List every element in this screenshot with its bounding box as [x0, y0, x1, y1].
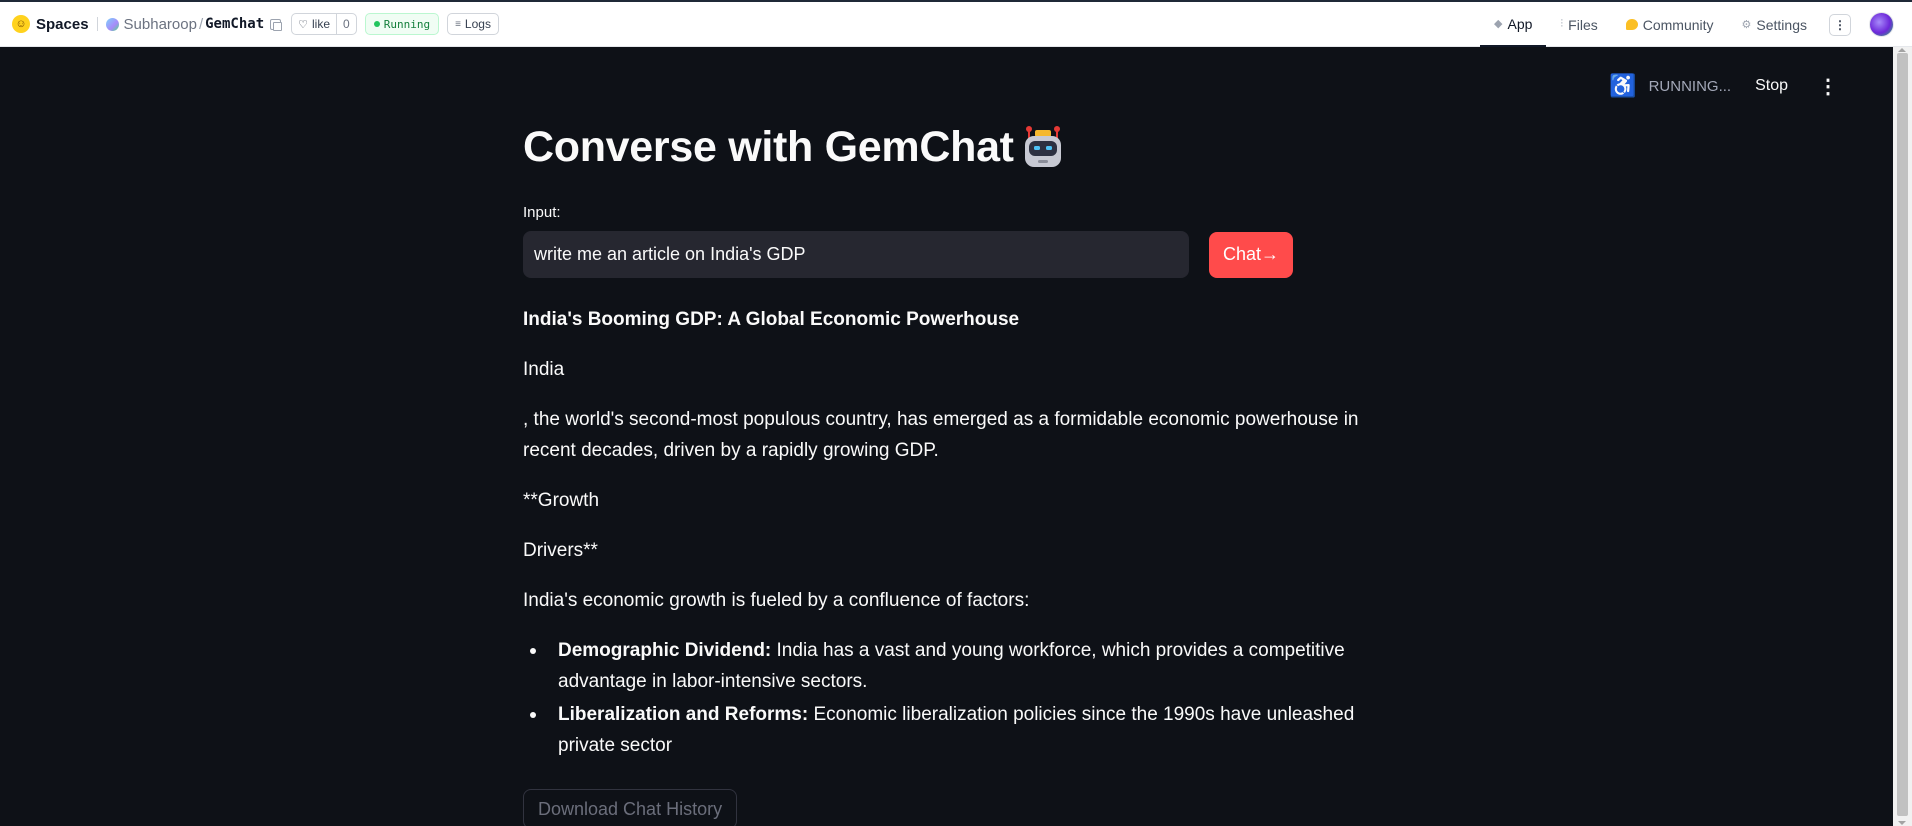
files-icon: ⫶ — [1560, 18, 1564, 30]
owner-link[interactable]: Subharoop — [124, 16, 197, 33]
tab-settings-label: Settings — [1756, 16, 1807, 33]
cube-icon: ◆ — [1494, 18, 1503, 30]
scroll-up-icon[interactable] — [1898, 48, 1906, 52]
status-text: Running — [383, 17, 431, 31]
tab-files-label: Files — [1568, 16, 1598, 33]
logs-label: Logs — [464, 17, 491, 31]
main-menu-icon[interactable]: ⋮ — [1818, 74, 1838, 99]
article-headline: India's Booming GDP: A Global Economic P… — [523, 309, 1020, 330]
repo-name-link[interactable]: GemChat — [205, 16, 264, 32]
more-options-button[interactable]: ⋮ — [1829, 13, 1851, 36]
like-button[interactable]: ♡ like 0 — [291, 13, 357, 35]
status-badge: Running — [364, 13, 440, 35]
like-label: like — [312, 17, 331, 31]
running-man-icon: ♿ — [1609, 73, 1637, 98]
tab-community[interactable]: Community — [1612, 2, 1728, 47]
page-title: Converse with GemChat — [523, 123, 1363, 172]
download-chat-history-button[interactable]: Download Chat History — [523, 789, 738, 826]
scrollbar-thumb[interactable] — [1897, 53, 1908, 816]
article-paragraph: , the world's second-most populous count… — [523, 409, 1359, 461]
logs-icon: ≡ — [455, 18, 461, 30]
stop-button[interactable]: Stop — [1755, 77, 1788, 95]
article-paragraph: India's economic growth is fueled by a c… — [523, 590, 1030, 611]
chat-response: India's Booming GDP: A Global Economic P… — [523, 304, 1363, 761]
tab-settings[interactable]: ⚙ Settings — [1728, 2, 1821, 47]
copy-icon[interactable] — [270, 18, 283, 31]
bullet-heading: Demographic Dividend: — [558, 640, 772, 661]
input-row: Chat→ — [523, 231, 1363, 278]
input-label: Input: — [523, 204, 561, 221]
space-nav: ◆ App ⫶ Files Community ⚙ Settings ⋮ — [1480, 2, 1912, 47]
chat-button[interactable]: Chat→ — [1209, 231, 1294, 278]
tab-community-label: Community — [1642, 16, 1714, 33]
hugging-face-logo-icon[interactable]: ☺ — [12, 15, 30, 33]
chat-input[interactable] — [523, 231, 1189, 278]
vertical-scrollbar[interactable] — [1893, 47, 1912, 826]
article-bullet-list: Demographic Dividend: India has a vast a… — [523, 635, 1363, 761]
running-status-text: RUNNING... — [1648, 77, 1732, 95]
page-title-text: Converse with GemChat — [523, 123, 1014, 171]
scroll-down-icon[interactable] — [1898, 821, 1906, 825]
tab-app-label: App — [1507, 15, 1533, 32]
article-paragraph: Drivers** — [523, 540, 598, 561]
logs-button[interactable]: ≡ Logs — [447, 13, 499, 35]
app-status-bar: ♿ RUNNING... Stop ⋮ — [1609, 73, 1838, 99]
bullet-heading: Liberalization and Reforms: — [558, 704, 809, 725]
like-control[interactable]: ♡ like — [292, 17, 336, 31]
hf-topbar: ☺ Spaces Subharoop / GemChat ♡ like 0 Ru… — [0, 0, 1912, 47]
community-icon — [1625, 19, 1638, 30]
divider — [96, 17, 98, 31]
article-paragraph: **Growth — [523, 490, 600, 511]
user-avatar[interactable] — [1869, 12, 1894, 37]
list-item: Demographic Dividend: India has a vast a… — [530, 635, 1363, 697]
status-dot-icon — [373, 21, 380, 27]
streamlit-app: ♿ RUNNING... Stop ⋮ Converse with GemCha… — [0, 47, 1893, 826]
owner-avatar — [105, 17, 119, 31]
main-content: Converse with GemChat Input: Chat→ India… — [523, 123, 1363, 826]
like-count: 0 — [336, 14, 356, 34]
spaces-link[interactable]: Spaces — [36, 16, 89, 33]
article-paragraph: India — [523, 359, 565, 380]
tab-app[interactable]: ◆ App — [1480, 2, 1547, 47]
path-separator: / — [198, 15, 204, 33]
tab-files[interactable]: ⫶ Files — [1546, 2, 1611, 47]
gear-icon: ⚙ — [1741, 19, 1752, 31]
list-item: Liberalization and Reforms: Economic lib… — [530, 699, 1363, 761]
heart-icon: ♡ — [298, 18, 309, 31]
robot-icon — [1024, 125, 1061, 167]
